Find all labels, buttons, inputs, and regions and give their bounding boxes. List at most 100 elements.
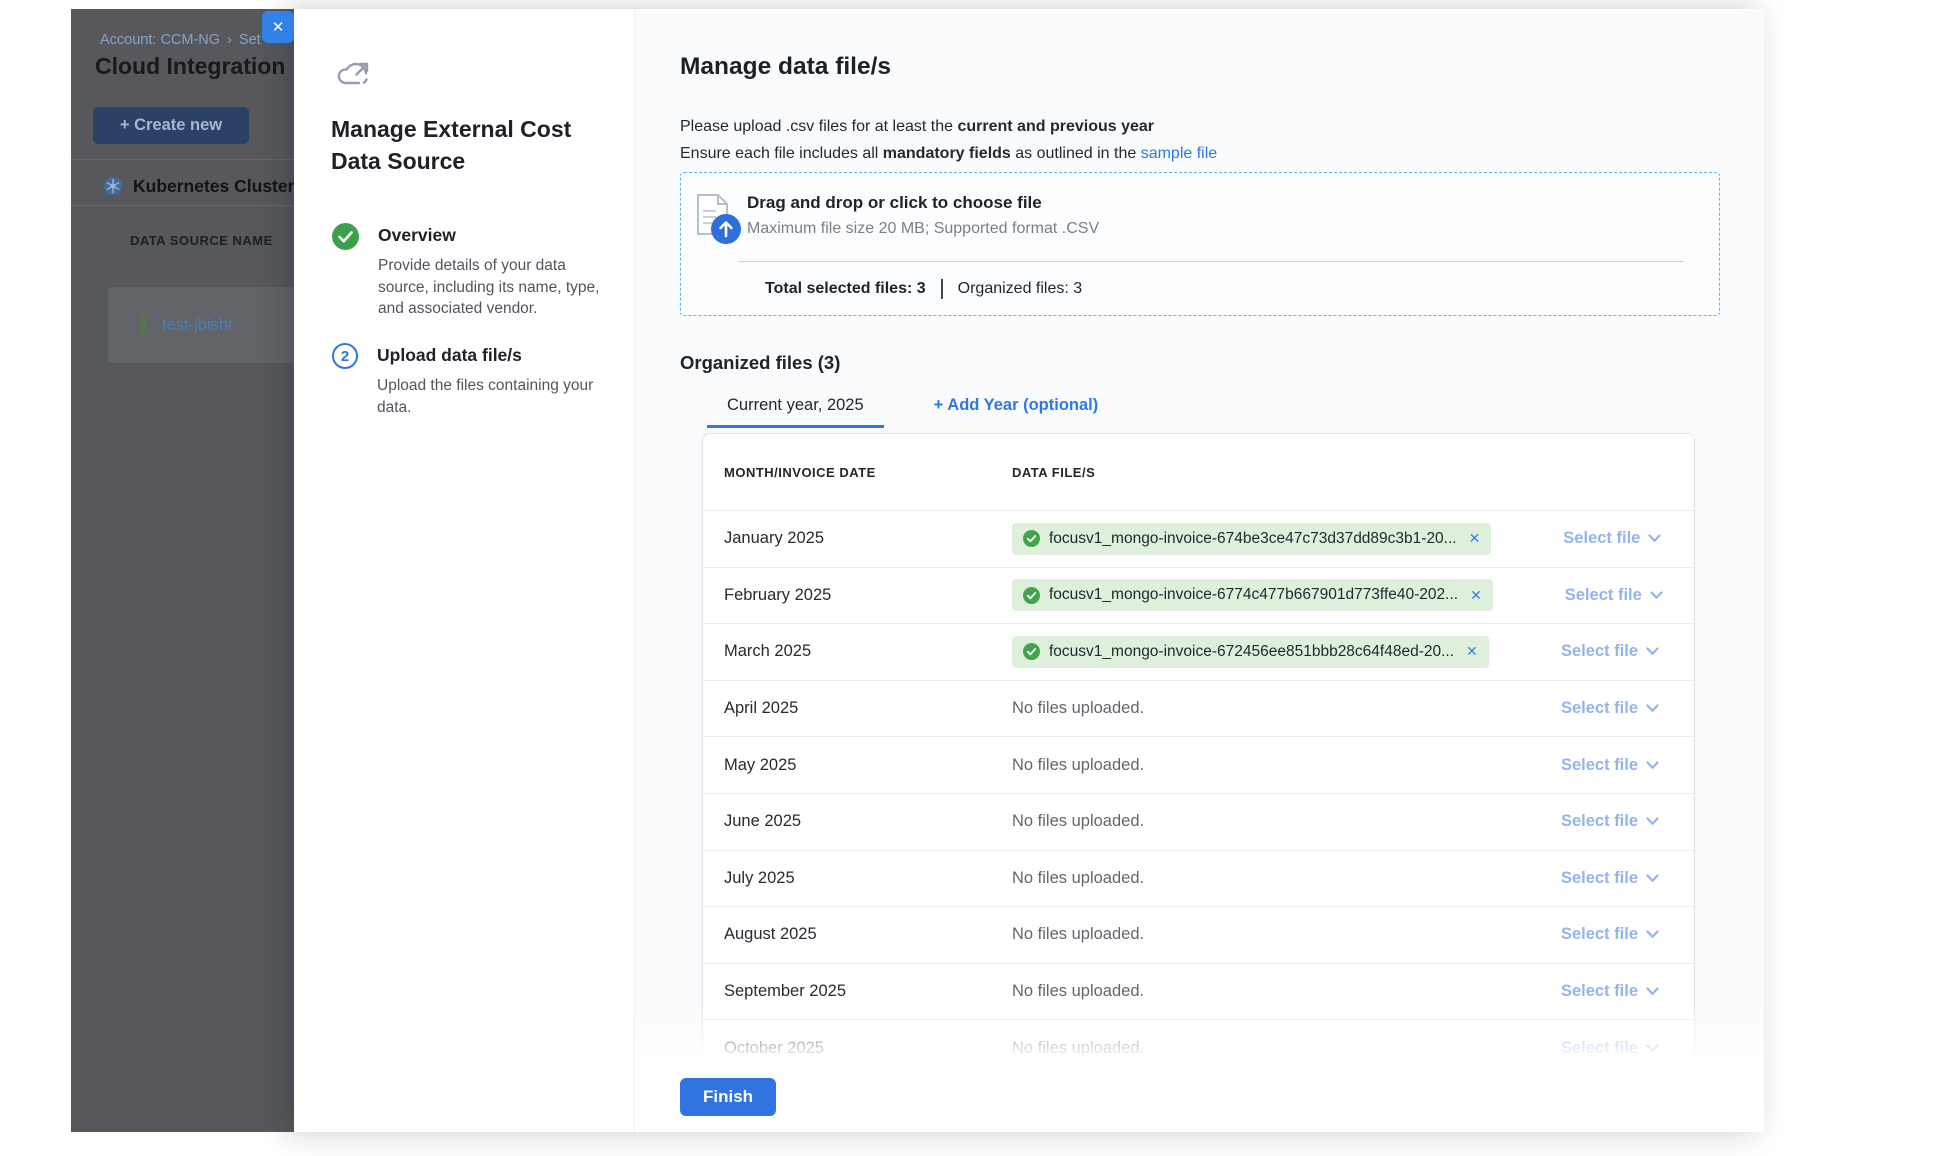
- files-cell: No files uploaded.: [1012, 699, 1489, 718]
- divider: [71, 159, 294, 160]
- files-cell: No files uploaded.: [1012, 869, 1489, 888]
- select-file-label: Select file: [1565, 586, 1642, 605]
- file-chip-name: focusv1_mongo-invoice-6774c477b667901d77…: [1049, 586, 1458, 604]
- empty-files-text: No files uploaded.: [1012, 869, 1144, 887]
- sample-file-link[interactable]: sample file: [1141, 145, 1217, 162]
- chevron-down-icon: [1646, 647, 1659, 656]
- chevron-down-icon: [1646, 704, 1659, 713]
- select-file-label: Select file: [1561, 925, 1638, 944]
- column-header-data-source-name: DATA SOURCE NAME: [130, 233, 273, 248]
- remove-file-icon[interactable]: ✕: [1466, 643, 1478, 660]
- files-cell: No files uploaded.: [1012, 812, 1489, 831]
- select-file-label: Select file: [1563, 529, 1640, 548]
- table-row: April 2025 No files uploaded. Select fil…: [703, 680, 1694, 737]
- remove-file-icon[interactable]: ✕: [1469, 530, 1481, 547]
- file-chip-name: focusv1_mongo-invoice-674be3ce47c73d37dd…: [1049, 530, 1457, 548]
- modal-backdrop[interactable]: Account: CCM-NG›Set Cloud Integration + …: [71, 9, 294, 1132]
- month-cell: October 2025: [724, 1039, 1012, 1058]
- page-title: Cloud Integration: [95, 53, 285, 80]
- dropzone-subtitle: Maximum file size 20 MB; Supported forma…: [747, 220, 1099, 238]
- manage-external-cost-drawer: Manage External Cost Data Source Overvie…: [294, 9, 1764, 1132]
- select-file-label: Select file: [1561, 1039, 1638, 1058]
- tab-current-year[interactable]: Current year, 2025: [707, 385, 884, 428]
- select-file-dropdown[interactable]: Select file: [1489, 812, 1659, 831]
- wizard-step-upload[interactable]: 2 Upload data file/s Upload the files co…: [332, 343, 599, 418]
- wizard-step-overview[interactable]: Overview Provide details of your data so…: [332, 223, 600, 320]
- data-source-row: test-jbisht: [108, 287, 294, 363]
- select-file-dropdown[interactable]: Select file: [1493, 586, 1663, 605]
- step-upload-label: Upload data file/s: [377, 343, 599, 366]
- step-upload-description: Upload the files containing your data.: [377, 375, 599, 418]
- files-cell: focusv1_mongo-invoice-6774c477b667901d77…: [1012, 579, 1493, 611]
- month-cell: July 2025: [724, 869, 1012, 888]
- upload-file-icon: [694, 193, 746, 247]
- step-complete-check-icon: [332, 223, 359, 250]
- finish-button[interactable]: Finish: [680, 1078, 776, 1116]
- monthly-files-table: MONTH/INVOICE DATE DATA FILE/S January 2…: [702, 433, 1695, 1067]
- select-file-dropdown[interactable]: Select file: [1489, 642, 1659, 661]
- organized-files-count: Organized files: 3: [958, 280, 1083, 298]
- upload-instructions: Please upload .csv files for at least th…: [680, 114, 1217, 167]
- select-file-label: Select file: [1561, 869, 1638, 888]
- chevron-down-icon: [1648, 534, 1661, 543]
- table-row: January 2025 focusv1_mongo-invoice-674be…: [703, 510, 1694, 567]
- wizard-panel: Manage External Cost Data Source Overvie…: [294, 9, 635, 1132]
- create-new-button: + Create new: [93, 107, 249, 144]
- file-uploaded-check-icon: [1023, 643, 1040, 660]
- tab-label: Kubernetes Clusters: [133, 176, 294, 197]
- select-file-dropdown[interactable]: Select file: [1489, 982, 1659, 1001]
- mongodb-leaf-icon: [136, 311, 151, 339]
- breadcrumb-section-link: Set: [239, 32, 261, 48]
- dropzone-divider: [739, 261, 1684, 262]
- step-overview-description: Provide details of your data source, inc…: [378, 255, 600, 320]
- select-file-dropdown[interactable]: Select file: [1489, 699, 1659, 718]
- step-number-badge: 2: [332, 343, 358, 369]
- select-file-label: Select file: [1561, 756, 1638, 775]
- select-file-dropdown[interactable]: Select file: [1489, 869, 1659, 888]
- month-table-body: January 2025 focusv1_mongo-invoice-674be…: [703, 510, 1694, 1067]
- table-row: February 2025 focusv1_mongo-invoice-6774…: [703, 567, 1694, 624]
- file-totals: Total selected files: 3 Organized files:…: [765, 275, 1082, 303]
- table-row: September 2025 No files uploaded. Select…: [703, 963, 1694, 1020]
- file-chip: focusv1_mongo-invoice-6774c477b667901d77…: [1012, 579, 1493, 611]
- table-row: June 2025 No files uploaded. Select file: [703, 793, 1694, 850]
- select-file-dropdown[interactable]: Select file: [1489, 756, 1659, 775]
- select-file-dropdown[interactable]: Select file: [1489, 925, 1659, 944]
- table-row: October 2025 No files uploaded. Select f…: [703, 1019, 1694, 1067]
- select-file-label: Select file: [1561, 642, 1638, 661]
- organized-files-heading: Organized files (3): [680, 352, 840, 374]
- chevron-down-icon: [1646, 987, 1659, 996]
- table-row: March 2025 focusv1_mongo-invoice-672456e…: [703, 623, 1694, 680]
- month-cell: August 2025: [724, 925, 1012, 944]
- files-cell: No files uploaded.: [1012, 925, 1489, 944]
- instruction-line-2: Ensure each file includes all mandatory …: [680, 141, 1217, 168]
- select-file-dropdown[interactable]: Select file: [1489, 1039, 1659, 1058]
- empty-files-text: No files uploaded.: [1012, 756, 1144, 774]
- chevron-down-icon: [1646, 1044, 1659, 1053]
- add-year-button[interactable]: + Add Year (optional): [934, 385, 1099, 428]
- month-cell: January 2025: [724, 529, 1012, 548]
- select-file-label: Select file: [1561, 982, 1638, 1001]
- breadcrumb: Account: CCM-NG›Set: [100, 32, 261, 48]
- file-dropzone[interactable]: Drag and drop or click to choose file Ma…: [680, 172, 1720, 316]
- chevron-down-icon: [1650, 591, 1663, 600]
- select-file-dropdown[interactable]: Select file: [1491, 529, 1661, 548]
- select-file-label: Select file: [1561, 699, 1638, 718]
- manage-data-files-panel: Manage data file/s Please upload .csv fi…: [635, 9, 1764, 1132]
- wizard-title: Manage External Cost Data Source: [331, 113, 593, 177]
- table-row: May 2025 No files uploaded. Select file: [703, 736, 1694, 793]
- empty-files-text: No files uploaded.: [1012, 925, 1144, 943]
- files-cell: No files uploaded.: [1012, 756, 1489, 775]
- breadcrumb-separator-icon: ›: [227, 32, 232, 48]
- data-source-name-link: test-jbisht: [162, 316, 233, 335]
- file-uploaded-check-icon: [1023, 530, 1040, 547]
- empty-files-text: No files uploaded.: [1012, 699, 1144, 717]
- files-cell: focusv1_mongo-invoice-674be3ce47c73d37dd…: [1012, 523, 1491, 555]
- close-drawer-button[interactable]: ✕: [262, 11, 294, 43]
- close-icon: ✕: [272, 18, 285, 36]
- divider: [71, 205, 294, 206]
- remove-file-icon[interactable]: ✕: [1470, 587, 1482, 604]
- instruction-line-1: Please upload .csv files for at least th…: [680, 114, 1217, 141]
- year-tabs: Current year, 2025 + Add Year (optional): [707, 385, 1098, 428]
- dropzone-title: Drag and drop or click to choose file: [747, 193, 1042, 213]
